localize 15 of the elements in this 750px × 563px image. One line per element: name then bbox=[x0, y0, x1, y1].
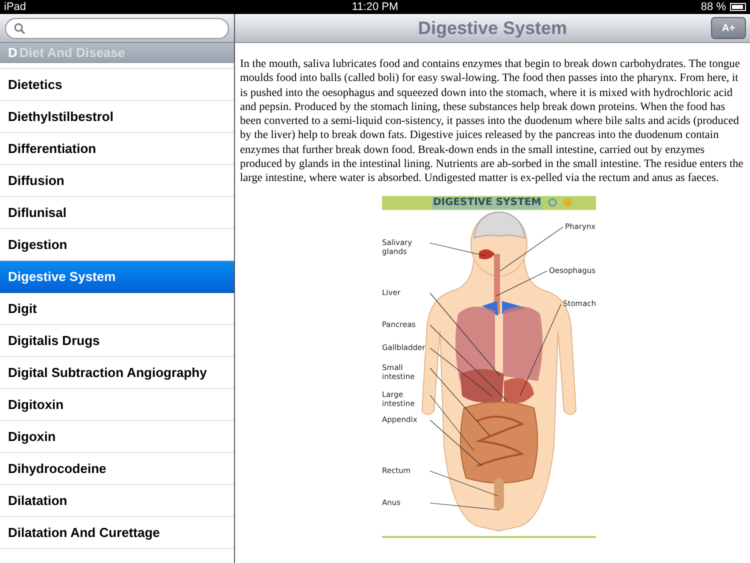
leader-line bbox=[430, 502, 500, 510]
article-paragraph: In the mouth, saliva lubricates food and contains enzymes that begin to break down carbohydrates. The tongue moulds food into balls (called boli) for easy swal-lowing. The food then passes into the pharynx. From here, it is pushed into the oesophagus and squeezed down into the stomach, where it is mixed with hydrochloric acid and pepsin. Produced by the stomach lining, these substances help break down proteins. When the food has been converted to a semi-liquid con-sistency, it passes into the duodenum where bile salts and acids (produced by the liver) help to break down fats. Digestive juices released by the pancreas into the duodenum contain enzymes that further break down food. Break-down ends in the small intestine, carried out by enzymes produced by glands in the intestinal lining. Nutrients are ab-sorbed in the small intestine. The residue enters the large intestine, where water is absorbed. Undigested matter is ex-pelled via the rectum and anus as faeces. bbox=[240, 57, 744, 186]
section-title: Diet And Disease bbox=[19, 44, 126, 62]
status-time: 11:20 PM bbox=[352, 0, 398, 14]
leader-line bbox=[430, 470, 498, 496]
battery-icon bbox=[730, 3, 746, 11]
figure-title: DIGESTIVE SYSTEM bbox=[432, 196, 542, 209]
page-title: Digestive System bbox=[418, 16, 568, 40]
battery-percent: 88 % bbox=[700, 0, 726, 14]
list-item[interactable]: Digestive System bbox=[0, 261, 234, 293]
search-icon bbox=[14, 22, 25, 34]
device-name: iPad bbox=[4, 0, 26, 14]
search-field[interactable] bbox=[5, 18, 229, 38]
index-letter: D bbox=[8, 44, 18, 62]
leader-line bbox=[430, 242, 486, 256]
